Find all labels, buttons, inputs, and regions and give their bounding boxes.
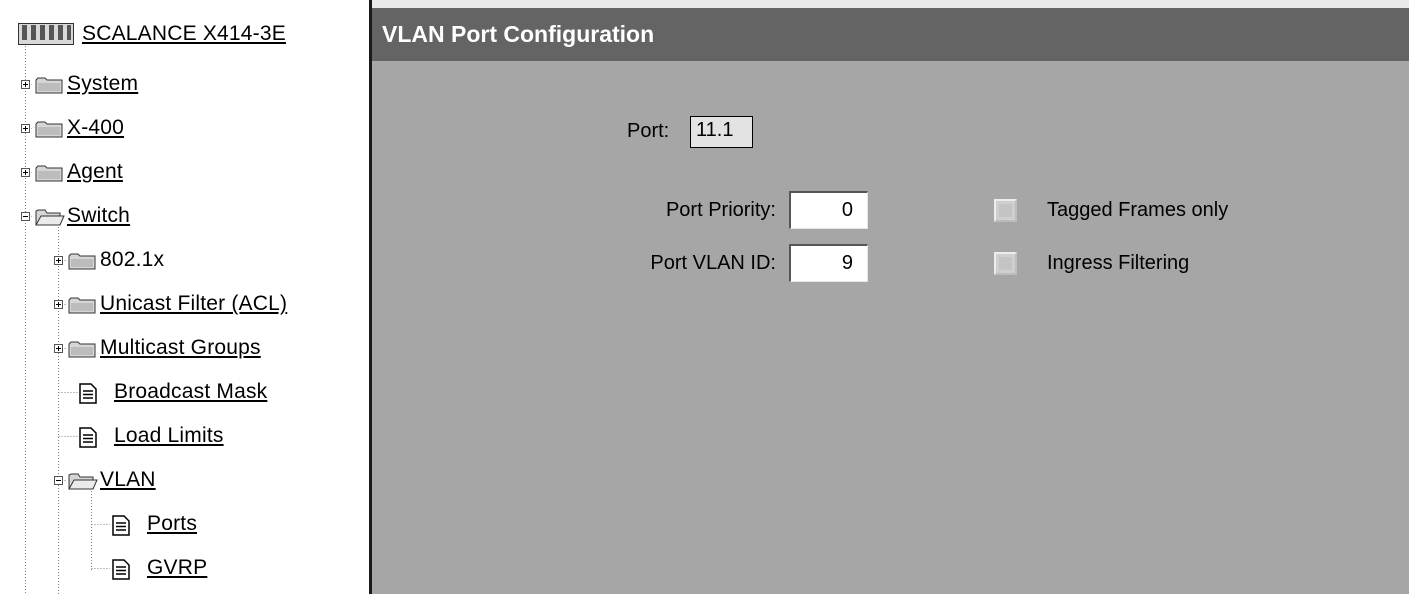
- expand-plus-icon[interactable]: [21, 80, 30, 89]
- tree-item-label[interactable]: Multicast Groups: [100, 336, 261, 360]
- port-priority-input[interactable]: [789, 191, 868, 229]
- expand-plus-icon[interactable]: [54, 344, 63, 353]
- tree-item-label[interactable]: X-400: [67, 116, 124, 140]
- folder-icon: [68, 253, 96, 270]
- port-label: Port:: [627, 120, 670, 142]
- tree-root-link[interactable]: SCALANCE X414-3E: [82, 22, 286, 46]
- tree-item-label[interactable]: Load Limits: [114, 424, 224, 448]
- tree-item-label[interactable]: System: [67, 72, 138, 96]
- tree-item-label[interactable]: GVRP: [147, 556, 207, 580]
- port-value: 11.1: [690, 116, 753, 148]
- folder-icon: [35, 165, 63, 182]
- content-panel: [372, 0, 1409, 594]
- document-icon: [112, 515, 130, 536]
- expand-plus-icon[interactable]: [54, 256, 63, 265]
- ingress-filtering-checkbox[interactable]: [994, 252, 1017, 275]
- port-priority-label: Port Priority:: [665, 199, 776, 221]
- document-icon: [79, 383, 97, 404]
- folder-open-icon: [68, 473, 98, 490]
- folder-open-icon: [35, 209, 65, 226]
- port-vlan-id-input[interactable]: [789, 244, 868, 282]
- ingress-filtering-label: Ingress Filtering: [1047, 252, 1190, 274]
- tagged-frames-only-checkbox[interactable]: [994, 199, 1017, 222]
- tree-item-label[interactable]: Switch: [67, 204, 130, 228]
- navigation-tree: SCALANCE X414-3E System X-400 Agent Swit…: [0, 0, 369, 594]
- expand-plus-icon[interactable]: [21, 124, 30, 133]
- expand-plus-icon[interactable]: [21, 168, 30, 177]
- tree-item-label[interactable]: Unicast Filter (ACL): [100, 292, 287, 316]
- collapse-minus-icon[interactable]: [54, 476, 63, 485]
- folder-icon: [68, 341, 96, 358]
- device-rack-icon: [18, 23, 74, 45]
- tree-item-label[interactable]: Ports: [147, 512, 197, 536]
- folder-icon: [35, 121, 63, 138]
- tree-root[interactable]: SCALANCE X414-3E: [18, 21, 286, 47]
- collapse-minus-icon[interactable]: [21, 212, 30, 221]
- tree-item-label[interactable]: 802.1x: [100, 248, 164, 272]
- folder-icon: [35, 77, 63, 94]
- page-title: VLAN Port Configuration: [382, 21, 655, 47]
- folder-icon: [68, 297, 96, 314]
- tree-item-label[interactable]: VLAN: [100, 468, 156, 492]
- tree-item-label[interactable]: Agent: [67, 160, 123, 184]
- document-icon: [112, 559, 130, 580]
- tagged-frames-only-label: Tagged Frames only: [1047, 199, 1229, 221]
- port-vlan-id-label: Port VLAN ID:: [650, 252, 776, 274]
- tree-item-label[interactable]: Broadcast Mask: [114, 380, 267, 404]
- expand-plus-icon[interactable]: [54, 300, 63, 309]
- document-icon: [79, 427, 97, 448]
- title-bar: VLAN Port Configuration: [372, 8, 1409, 61]
- top-strip: [372, 0, 1409, 8]
